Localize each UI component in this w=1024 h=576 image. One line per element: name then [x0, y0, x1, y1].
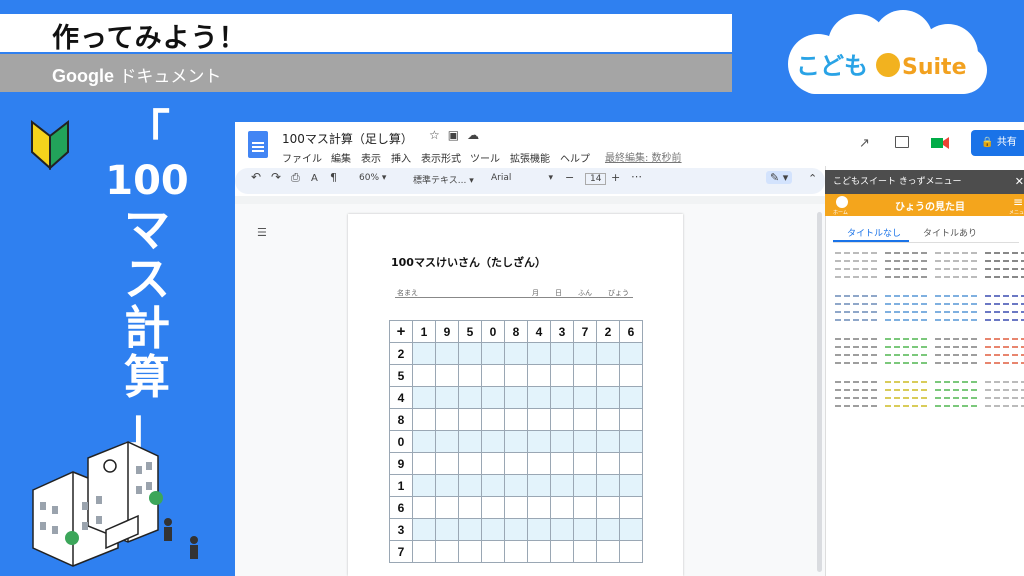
- table-style-thumbnail[interactable]: [885, 338, 927, 370]
- docs-window: 100マス計算（足し算） ☆▣☁ ファイル 編集 表示 挿入 表示形式 ツール …: [235, 122, 1024, 576]
- table-style-thumbnail[interactable]: [885, 252, 927, 284]
- table-style-thumbnail[interactable]: [935, 338, 977, 370]
- table-style-thumbnail[interactable]: [935, 381, 977, 413]
- vertical-title: 「 100 マ ス 計 算 」: [104, 105, 190, 451]
- vertical-title-char: 計: [124, 301, 170, 355]
- logo-kodomo: こども: [796, 52, 868, 80]
- table-style-thumbnail[interactable]: [835, 252, 877, 284]
- kodomo-suite-logo: こども Suite: [788, 10, 987, 94]
- table-style-thumbnail[interactable]: [935, 295, 977, 327]
- table-style-thumbnail[interactable]: [985, 295, 1024, 327]
- table-style-thumbnail[interactable]: [835, 295, 877, 327]
- vertical-title-char: ス: [124, 252, 170, 306]
- table-style-thumbnail[interactable]: [885, 381, 927, 413]
- table-style-thumbnail[interactable]: [885, 295, 927, 327]
- table-style-thumbnail[interactable]: [935, 252, 977, 284]
- subtitle-text: ドキュメント: [114, 67, 222, 87]
- table-style-gallery: [235, 122, 1024, 576]
- vertical-title-char: マ: [124, 203, 170, 257]
- table-style-thumbnail[interactable]: [985, 381, 1024, 413]
- table-style-thumbnail[interactable]: [985, 338, 1024, 370]
- page-title: 作ってみよう！: [52, 23, 247, 54]
- subtitle-brand: Google: [52, 66, 114, 86]
- table-style-thumbnail[interactable]: [985, 252, 1024, 284]
- vertical-title-char: 算: [124, 350, 170, 404]
- logo-suite: Suite: [902, 55, 967, 80]
- vertical-title-char: 「: [124, 105, 170, 159]
- beginner-mark-icon: [31, 119, 69, 170]
- vertical-title-char: 100: [105, 158, 189, 204]
- school-illustration: [32, 441, 198, 567]
- table-style-thumbnail[interactable]: [835, 381, 877, 413]
- table-style-thumbnail[interactable]: [835, 338, 877, 370]
- page-subtitle: Google ドキュメント: [52, 62, 221, 87]
